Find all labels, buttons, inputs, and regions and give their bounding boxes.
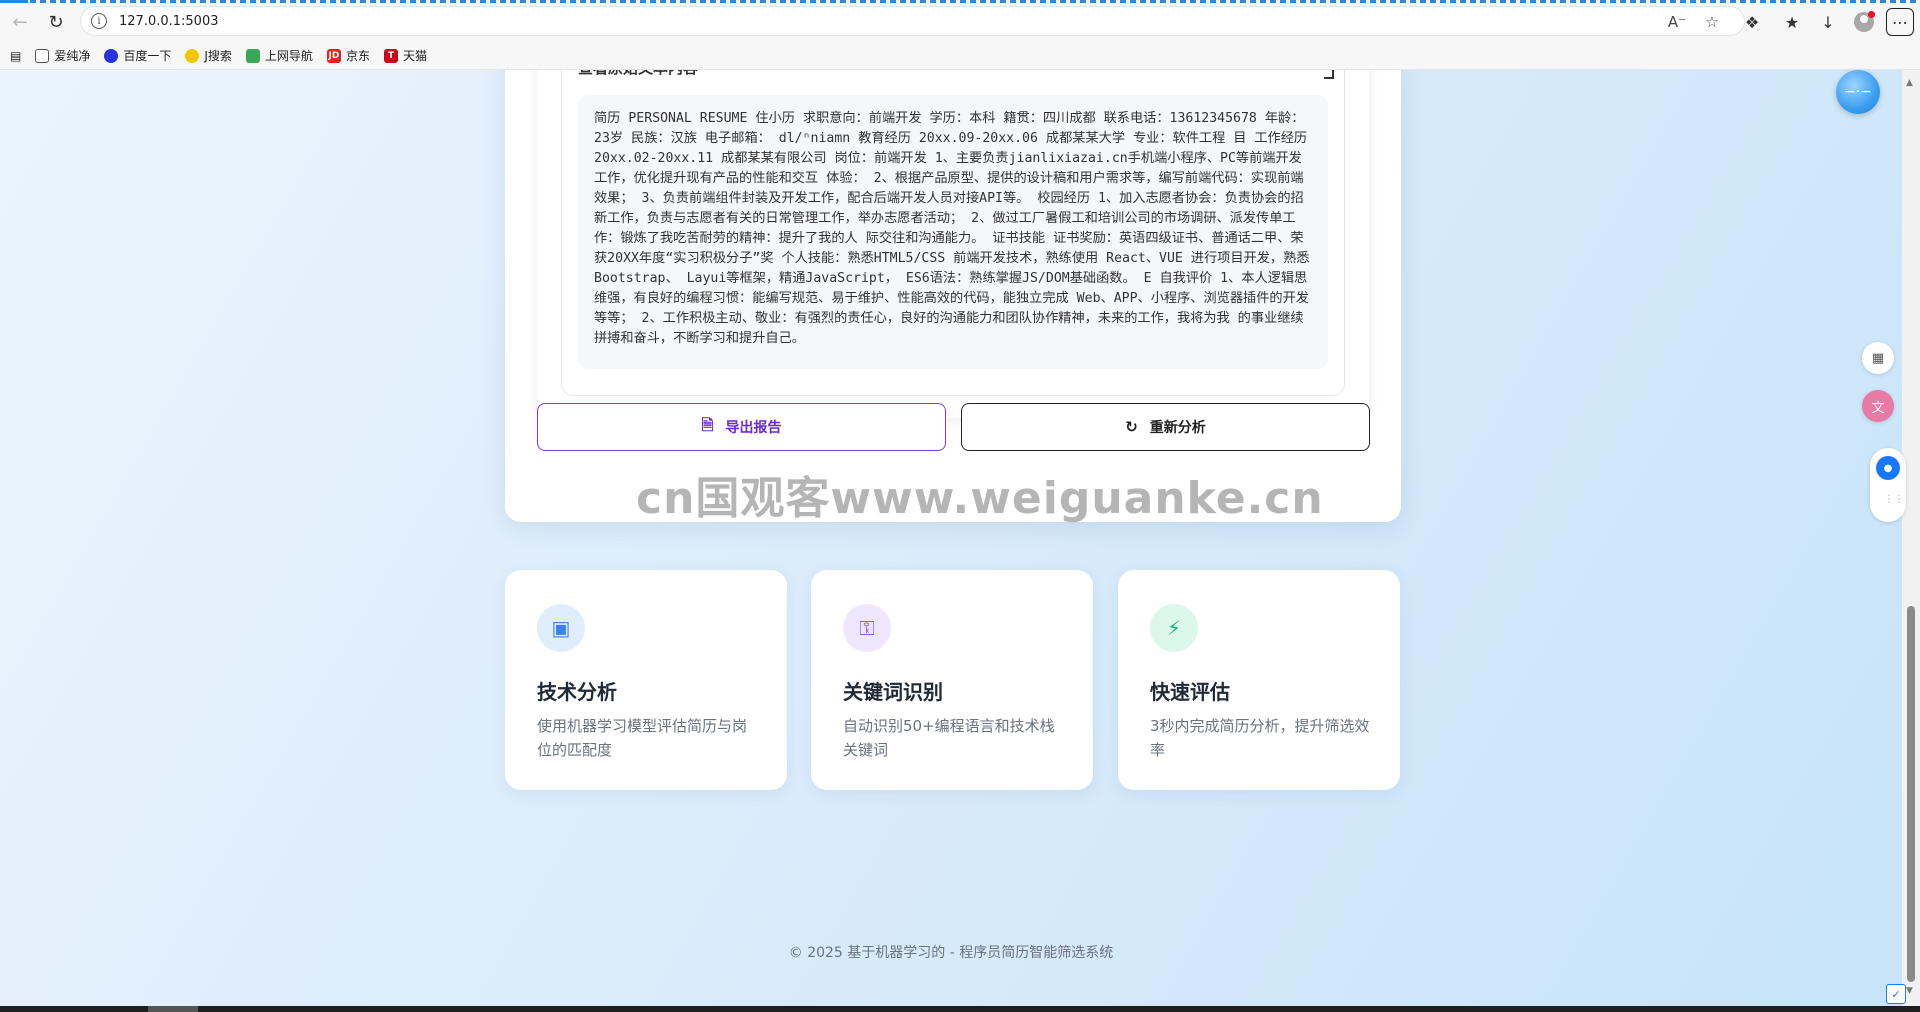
bookmark-label: J搜索: [204, 49, 232, 63]
raw-text-details[interactable]: 查看原始文本内容 简历 PERSONAL RESUME 住小历 求职意向：前端开…: [561, 70, 1345, 396]
bookmark-item[interactable]: 上网导航: [245, 47, 313, 64]
assistant-float-ball-icon[interactable]: −·−: [1836, 70, 1880, 114]
refresh-icon: ↻: [1125, 418, 1138, 436]
bookmark-item[interactable]: T 天猫: [383, 47, 427, 64]
download-icon[interactable]: ↓: [1814, 8, 1842, 36]
translate-icon[interactable]: 文: [1862, 390, 1894, 422]
refresh-icon[interactable]: ↻: [42, 8, 70, 36]
watermark: cn国观客www.weiguanke.cn: [636, 473, 1324, 524]
screenshot-tool-icon[interactable]: ✓: [1886, 984, 1906, 1004]
reanalyze-button[interactable]: ↻ 重新分析: [961, 403, 1370, 451]
drag-handle-icon[interactable]: ⋮⋮: [1884, 494, 1904, 505]
bookmark-label: 天猫: [402, 49, 427, 63]
profile-avatar[interactable]: [1850, 8, 1878, 36]
scroll-up-icon[interactable]: ▲: [1906, 78, 1913, 88]
feature-title: 技术分析: [537, 680, 617, 704]
bolt-icon: ⚡: [1150, 604, 1198, 652]
analysis-result-card: 查看原始文本内容 简历 PERSONAL RESUME 住小历 求职意向：前端开…: [505, 70, 1401, 522]
robot-icon: ▣: [537, 604, 585, 652]
feature-desc: 自动识别50+编程语言和技术栈关键词: [843, 717, 1055, 759]
extensions-icon[interactable]: ❖: [1738, 8, 1766, 36]
back-icon[interactable]: ←: [6, 8, 34, 36]
tmall-icon: T: [383, 48, 398, 63]
loading-progress: [0, 0, 1920, 3]
bookmark-item[interactable]: J搜索: [185, 47, 232, 64]
bookmark-item[interactable]: 爱纯净: [35, 47, 90, 64]
bookmark-item[interactable]: JD 京东: [326, 47, 370, 64]
taskbar-strip: [0, 1006, 1920, 1012]
baidu-icon: [104, 48, 119, 63]
resume-text-card: 查看原始文本内容 简历 PERSONAL RESUME 住小历 求职意向：前端开…: [537, 70, 1369, 418]
bookmark-label: 爱纯净: [54, 49, 91, 63]
feature-card-keyword: ⚿ 关键词识别 自动识别50+编程语言和技术栈关键词: [811, 570, 1093, 790]
scroll-down-icon[interactable]: ▼: [1906, 986, 1913, 996]
details-title[interactable]: 查看原始文本内容: [578, 70, 698, 78]
site-info-icon[interactable]: i: [91, 13, 107, 29]
bookmarks-bar: ▤ 爱纯净 百度一下 J搜索 上网导航 JD 京东 T 天猫: [0, 42, 1920, 70]
reanalyze-label: 重新分析: [1149, 420, 1206, 436]
feature-card-fast-eval: ⚡ 快速评估 3秒内完成简历分析，提升筛选效率: [1118, 570, 1400, 790]
feature-desc: 3秒内完成简历分析，提升筛选效率: [1150, 717, 1370, 759]
chat-bubble-icon[interactable]: ●: [1876, 456, 1900, 480]
export-label: 导出报告: [725, 420, 782, 436]
favorite-star-icon[interactable]: ☆: [1701, 11, 1723, 33]
browser-toolbar: ← ↻ i 127.0.0.1:5003 A⁻ ☆ ❖ ★ ↓ ⋯: [0, 0, 1920, 42]
feature-desc: 使用机器学习模型评估简历与岗位的匹配度: [537, 717, 748, 759]
footer-copyright: © 2025 基于机器学习的 - 程序员简历智能筛选系统: [788, 945, 1114, 961]
feature-title: 快速评估: [1150, 680, 1230, 704]
bookmark-label: 百度一下: [123, 49, 172, 63]
file-export-icon: 🗎: [701, 415, 714, 434]
read-aloud-icon[interactable]: A⁻: [1666, 11, 1688, 33]
page-viewport: 查看原始文本内容 简历 PERSONAL RESUME 住小历 求职意向：前端开…: [0, 70, 1902, 1006]
bookmark-label: 上网导航: [264, 49, 313, 63]
folder-icon: [35, 48, 50, 63]
jd-icon: JD: [326, 48, 341, 63]
notification-dot: [1868, 11, 1875, 18]
bookmark-item[interactable]: 百度一下: [104, 47, 171, 64]
bookmark-label: 京东: [345, 49, 370, 63]
raw-resume-text: 简历 PERSONAL RESUME 住小历 求职意向：前端开发 学历：本科 籍…: [578, 95, 1328, 369]
nav-icon: [245, 48, 260, 63]
bookmarks-menu-icon[interactable]: ▤: [10, 49, 21, 63]
key-icon: ⚿: [843, 604, 891, 652]
favorites-icon[interactable]: ★: [1778, 8, 1806, 36]
sidebar-widget[interactable]: ● ⋮⋮: [1870, 448, 1906, 522]
expand-icon[interactable]: [1324, 70, 1334, 79]
url-text[interactable]: 127.0.0.1:5003: [119, 14, 219, 29]
jsearch-icon: [185, 48, 200, 63]
qr-tool-icon[interactable]: ▦: [1862, 342, 1894, 374]
more-menu-icon[interactable]: ⋯: [1886, 8, 1914, 36]
page-scrollbar[interactable]: ▲ ▼: [1902, 70, 1920, 1006]
feature-title: 关键词识别: [843, 680, 943, 704]
address-bar[interactable]: i 127.0.0.1:5003 A⁻ ☆: [80, 6, 1745, 36]
feature-card-tech-analysis: ▣ 技术分析 使用机器学习模型评估简历与岗位的匹配度: [505, 570, 787, 790]
scrollbar-thumb[interactable]: [1907, 606, 1915, 982]
export-report-button[interactable]: 🗎 导出报告: [537, 403, 946, 451]
